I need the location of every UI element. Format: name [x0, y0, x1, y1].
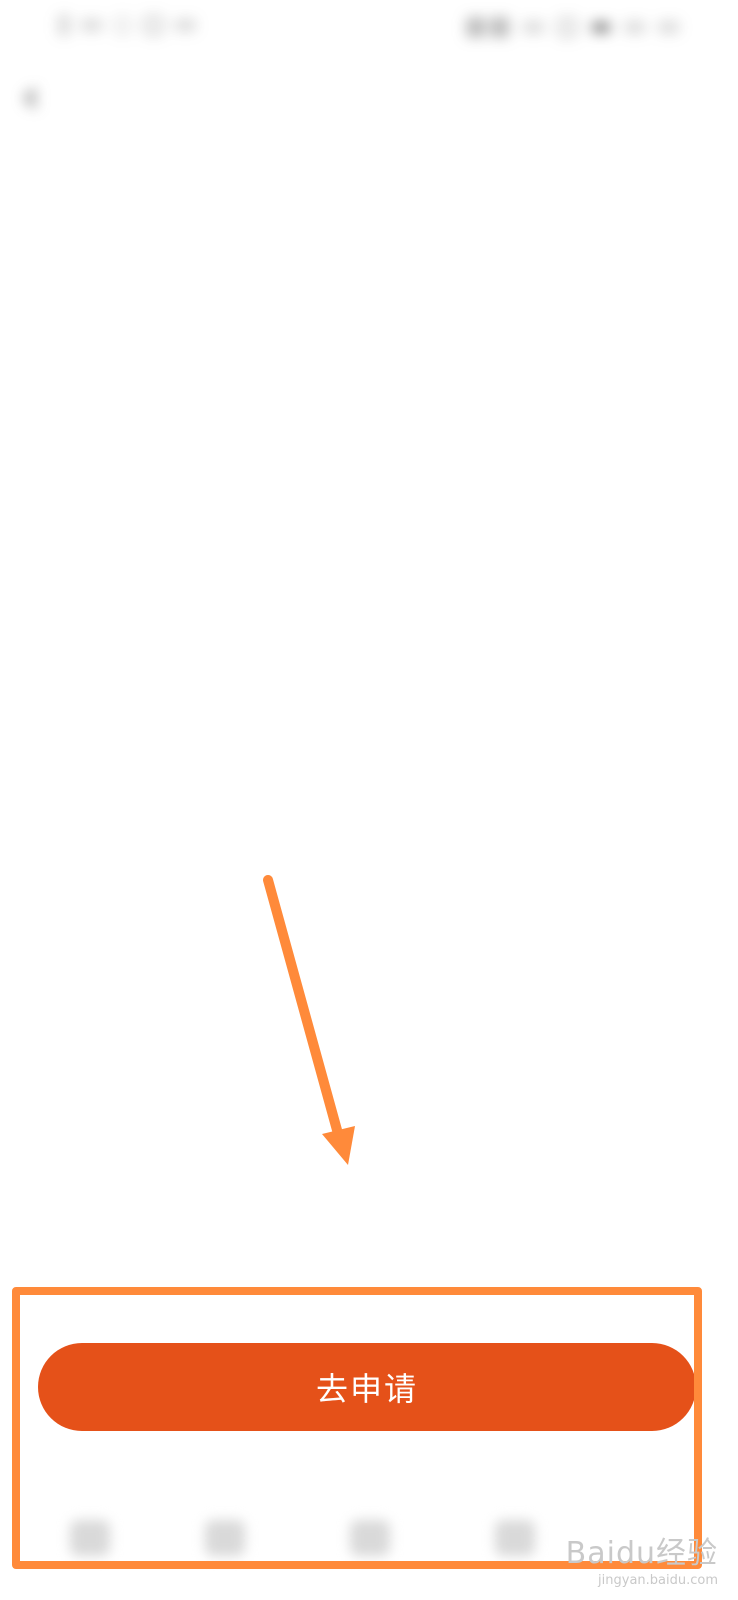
status-icons: ▥▥ ▭ ▢ ▬ ▭ ▭: [465, 14, 682, 39]
tab-icon-4[interactable]: [495, 1520, 535, 1556]
tab-icon-1[interactable]: [70, 1520, 110, 1556]
watermark-brand: Baidu经验: [565, 1536, 718, 1571]
chevron-left-icon: ‹: [22, 71, 40, 122]
apply-button[interactable]: 去申请: [38, 1343, 696, 1431]
status-bar: ▯ ▭ ◌ ▢ ▭ ▥▥ ▭ ▢ ▬ ▭ ▭: [0, 0, 738, 52]
baidu-watermark: Baidu经验 jingyan.baidu.com: [566, 1528, 718, 1588]
tab-icon-3[interactable]: [350, 1520, 390, 1556]
back-button[interactable]: ‹: [22, 72, 62, 122]
tab-icon-2[interactable]: [205, 1520, 245, 1556]
blurred-content: ▯ ▭ ◌ ▢ ▭ ▥▥ ▭ ▢ ▬ ▭ ▭ ‹: [0, 0, 738, 520]
status-left: ▯ ▭ ◌ ▢ ▭: [58, 12, 198, 37]
watermark-url: jingyan.baidu.com: [598, 1573, 718, 1588]
navigation-bar: ‹: [0, 60, 738, 140]
